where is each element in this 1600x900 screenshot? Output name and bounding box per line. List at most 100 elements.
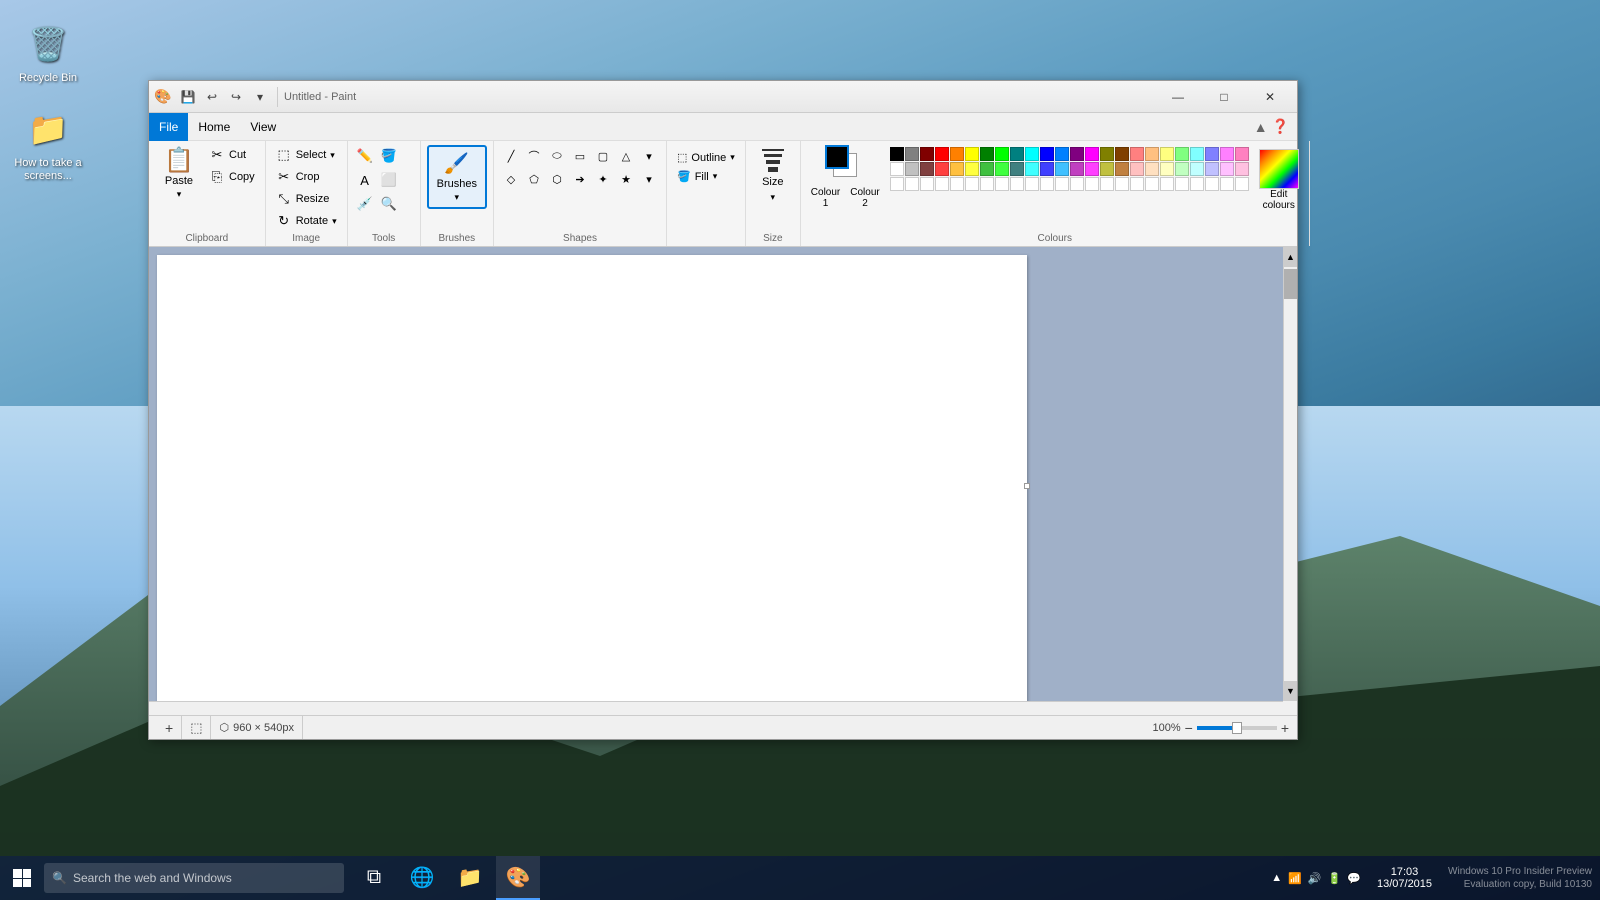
arrow-shape[interactable]: ➔ [569,168,591,190]
color-swatch[interactable] [995,162,1009,176]
color-swatch[interactable] [1040,177,1054,191]
line-shape[interactable]: ╱ [500,145,522,167]
start-button[interactable] [0,856,44,900]
fill-tool[interactable]: 🪣 [378,145,400,167]
color-swatch[interactable] [920,147,934,161]
color-swatch[interactable] [1025,177,1039,191]
color-swatch[interactable] [905,147,919,161]
paint-taskbar-button[interactable]: 🎨 [496,856,540,900]
tray-arrow[interactable]: ▲ [1271,872,1282,884]
color-swatch[interactable] [1025,147,1039,161]
color-swatch[interactable] [1220,147,1234,161]
size-control[interactable]: Size ▾ [752,145,794,207]
color-swatch[interactable] [980,177,994,191]
more-shapes[interactable]: ▾ [638,168,660,190]
color-swatch[interactable] [1190,147,1204,161]
color-swatch[interactable] [950,147,964,161]
recycle-bin-icon[interactable]: 🗑️ Recycle Bin [8,20,88,85]
close-button[interactable]: ✕ [1247,81,1293,113]
zoom-in-button[interactable]: + [1281,720,1289,736]
color-swatch[interactable] [1025,162,1039,176]
color-swatch[interactable] [1190,177,1204,191]
color1-swatch[interactable] [825,145,849,169]
pentagon-shape[interactable]: ⬠ [523,168,545,190]
rounded-rect-shape[interactable]: ▢ [592,145,614,167]
eraser-tool[interactable]: ⬜ [378,169,400,191]
color-swatch[interactable] [905,162,919,176]
color-swatch[interactable] [1130,177,1144,191]
star5-shape[interactable]: ★ [615,168,637,190]
star4-shape[interactable]: ✦ [592,168,614,190]
scrollbar-vertical[interactable]: ▲ ▼ [1283,247,1297,701]
color-swatch[interactable] [1205,147,1219,161]
copy-button[interactable]: ⎘ Copy [205,167,259,187]
paste-button[interactable]: 📋 Paste ▾ [155,145,203,204]
edit-colors-button[interactable]: Editcolours [1263,189,1295,211]
color-swatch[interactable] [1235,162,1249,176]
menu-file[interactable]: File [149,113,188,141]
edge-browser-button[interactable]: 🌐 [400,856,444,900]
color-swatch[interactable] [1115,162,1129,176]
maximize-button[interactable]: □ [1201,81,1247,113]
color-swatch[interactable] [1175,147,1189,161]
color-swatch[interactable] [1145,147,1159,161]
color-swatch[interactable] [890,177,904,191]
color-swatch[interactable] [1070,162,1084,176]
color-swatch[interactable] [980,147,994,161]
color-swatch[interactable] [995,147,1009,161]
cut-button[interactable]: ✂ Cut [205,145,259,165]
color-swatch[interactable] [1175,162,1189,176]
pencil-tool[interactable]: ✏️ [354,145,376,167]
scrollbar-horizontal[interactable] [149,701,1283,715]
redo-button[interactable]: ↪ [225,86,247,108]
taskbar-clock[interactable]: 17:03 13/07/2015 [1369,866,1440,890]
hexagon-shape[interactable]: ⬡ [546,168,568,190]
color-swatch[interactable] [1235,147,1249,161]
color-swatch[interactable] [980,162,994,176]
undo-button[interactable]: ↩ [201,86,223,108]
shapes-more[interactable]: ▾ [638,145,660,167]
notification-icon[interactable]: 💬 [1347,872,1361,885]
color-swatch[interactable] [1205,177,1219,191]
color-swatch[interactable] [905,177,919,191]
text-tool[interactable]: A [354,169,376,191]
color-swatch[interactable] [1070,177,1084,191]
color-swatch[interactable] [1085,147,1099,161]
canvas-handle-mr[interactable] [1024,483,1030,489]
zoom-slider[interactable] [1197,726,1277,730]
color-swatch[interactable] [1190,162,1204,176]
color-swatch[interactable] [965,162,979,176]
color-swatch[interactable] [1055,177,1069,191]
color-swatch[interactable] [1085,177,1099,191]
menu-home[interactable]: Home [188,113,240,141]
color-swatch[interactable] [1040,162,1054,176]
color-swatch[interactable] [1130,162,1144,176]
color-swatch[interactable] [1100,147,1114,161]
color-swatch[interactable] [1220,162,1234,176]
color-swatch[interactable] [1010,162,1024,176]
menu-view[interactable]: View [240,113,286,141]
color-swatch[interactable] [890,162,904,176]
color-swatch[interactable] [1115,177,1129,191]
color-swatch[interactable] [1100,162,1114,176]
color-swatch[interactable] [1100,177,1114,191]
brushes-button[interactable]: 🖌️ Brushes ▾ [427,145,487,209]
color-swatch[interactable] [1145,162,1159,176]
color-swatch[interactable] [965,147,979,161]
color-swatch[interactable] [1145,177,1159,191]
triangle-shape[interactable]: △ [615,145,637,167]
color-swatch[interactable] [995,177,1009,191]
file-explorer-button[interactable]: 📁 [448,856,492,900]
collapse-ribbon-button[interactable]: ▲ [1254,119,1268,135]
color-swatch[interactable] [920,177,934,191]
fill-button[interactable]: 🪣 Fill ▾ [673,168,739,185]
oval-shape[interactable]: ⬭ [546,145,568,167]
zoom-out-button[interactable]: − [1185,720,1193,736]
zoom-thumb[interactable] [1232,722,1242,734]
color-swatch[interactable] [1220,177,1234,191]
rotate-button[interactable]: ↻ Rotate ▾ [272,211,341,231]
select-button[interactable]: ⬚ Select ▾ [272,145,341,165]
folder-icon[interactable]: 📁 How to take a screens... [8,105,88,183]
paint-canvas[interactable] [157,255,1027,701]
color-swatch[interactable] [920,162,934,176]
